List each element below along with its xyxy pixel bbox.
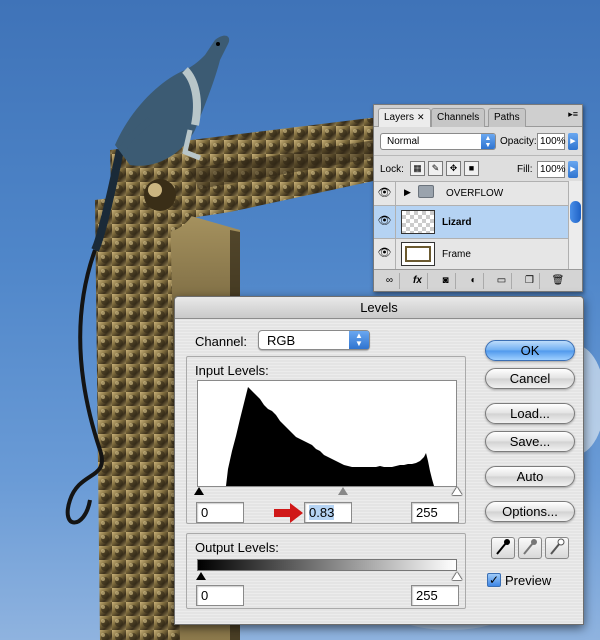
auto-button[interactable]: Auto <box>485 466 575 487</box>
channel-select[interactable]: RGB ▲ ▼ <box>258 330 370 350</box>
layer-thumbnail <box>401 210 435 234</box>
levels-dialog: Levels Channel: RGB ▲ ▼ Input Levels: 0 0… <box>174 296 584 625</box>
white-point-handle[interactable] <box>452 487 462 495</box>
eye-icon[interactable]: 👁 <box>374 206 396 238</box>
tab-channels-label: Channels <box>437 112 480 123</box>
histogram-chart <box>226 387 434 486</box>
fill-slider-arrow-icon[interactable]: ▶ <box>568 161 578 178</box>
save-button[interactable]: Save... <box>485 431 575 452</box>
fill-label: Fill: <box>517 164 533 175</box>
close-icon[interactable]: ✕ <box>417 112 425 122</box>
tab-paths-label: Paths <box>494 112 520 123</box>
histogram <box>197 380 457 487</box>
tab-layers-label: Layers <box>384 112 415 123</box>
lock-pixels-icon[interactable]: ✎ <box>428 161 443 176</box>
black-point-handle[interactable] <box>194 487 204 495</box>
layer-row-overflow[interactable]: 👁 ▶ OVERFLOW <box>374 181 568 205</box>
lock-all-icon[interactable]: ■ <box>464 161 479 176</box>
opacity-label: Opacity: <box>500 136 537 147</box>
options-button[interactable]: Options... <box>485 501 575 522</box>
histogram-shape <box>226 387 434 486</box>
input-levels-slider[interactable] <box>194 487 462 499</box>
gamma-handle[interactable] <box>338 487 348 495</box>
scrollbar-thumb[interactable] <box>570 201 581 223</box>
output-white-handle[interactable] <box>452 572 462 580</box>
channel-value: RGB <box>267 333 296 348</box>
updown-arrows-icon: ▲ ▼ <box>481 134 495 149</box>
input-black-field[interactable]: 0 <box>196 502 244 523</box>
layer-name: Frame <box>442 249 471 260</box>
eye-icon[interactable]: 👁 <box>374 182 396 205</box>
link-icon[interactable]: ∞ <box>380 273 400 289</box>
fill-input[interactable]: 100% <box>537 161 566 178</box>
layer-name: OVERFLOW <box>446 188 504 199</box>
adjustment-icon[interactable]: ◐ <box>464 273 484 289</box>
folder-icon <box>418 185 434 198</box>
fx-icon[interactable]: fx <box>408 273 428 289</box>
panel-menu-icon[interactable]: ▸≡ <box>568 109 578 120</box>
opacity-input[interactable]: 100% <box>537 133 566 150</box>
white-eyedropper-icon[interactable] <box>545 537 569 559</box>
layer-row-frame[interactable]: 👁 Frame <box>374 238 568 269</box>
blend-mode-select[interactable]: Normal ▲ ▼ <box>380 133 496 150</box>
tab-channels[interactable]: Channels <box>431 108 486 127</box>
layers-panel-tabs: Layers ✕ Channels Paths ▸≡ <box>374 105 582 127</box>
opacity-slider-arrow-icon[interactable]: ▶ <box>568 133 578 150</box>
output-white-field[interactable]: 255 <box>411 585 459 606</box>
layer-thumbnail <box>401 242 435 266</box>
disclosure-triangle-icon[interactable]: ▶ <box>404 187 411 198</box>
dialog-title: Levels <box>175 297 583 319</box>
tab-layers[interactable]: Layers ✕ <box>378 108 431 127</box>
lock-label: Lock: <box>380 164 404 175</box>
lock-position-icon[interactable]: ✥ <box>446 161 461 176</box>
output-black-field[interactable]: 0 <box>196 585 244 606</box>
layer-row-lizard[interactable]: 👁 Lizard <box>374 205 568 238</box>
preview-label: Preview <box>505 573 552 588</box>
input-gamma-field[interactable]: 0.83 <box>304 502 352 523</box>
layer-name: Lizard <box>442 217 472 228</box>
blend-row: Normal ▲ ▼ Opacity: 100% ▶ <box>374 129 582 155</box>
blend-mode-value: Normal <box>387 136 420 147</box>
layers-panel: Layers ✕ Channels Paths ▸≡ Normal ▲ ▼ Opac… <box>373 104 583 292</box>
cancel-button[interactable]: Cancel <box>485 368 575 389</box>
input-gamma-value: 0.83 <box>309 505 335 520</box>
output-black-handle[interactable] <box>196 572 206 580</box>
new-layer-icon[interactable]: ❐ <box>520 273 540 289</box>
ok-button[interactable]: OK <box>485 340 575 361</box>
output-gradient-bar <box>197 559 457 571</box>
eye-icon[interactable]: 👁 <box>374 239 396 269</box>
layers-bottom-toolbar: ∞ fx ◙ ◐ ▭ ❐ 🗑 <box>374 269 582 291</box>
mask-icon[interactable]: ◙ <box>436 273 456 289</box>
gray-eyedropper-icon[interactable] <box>518 537 542 559</box>
input-white-field[interactable]: 255 <box>411 502 459 523</box>
black-eyedropper-icon[interactable] <box>491 537 515 559</box>
lock-row: Lock: ▦ ✎ ✥ ■ Fill: 100% ▶ <box>374 155 582 181</box>
lock-transparency-icon[interactable]: ▦ <box>410 161 425 176</box>
input-levels-label: Input Levels: <box>195 363 269 378</box>
load-button[interactable]: Load... <box>485 403 575 424</box>
trash-icon[interactable]: 🗑 <box>548 273 568 289</box>
red-arrow-icon <box>274 503 303 523</box>
preview-checkbox[interactable]: ✓ <box>487 573 501 587</box>
output-levels-label: Output Levels: <box>195 540 279 555</box>
layers-scrollbar[interactable] <box>568 181 582 269</box>
channel-label: Channel: <box>195 334 248 349</box>
updown-arrows-icon: ▲ ▼ <box>349 331 369 349</box>
group-icon[interactable]: ▭ <box>492 273 512 289</box>
tab-paths[interactable]: Paths <box>488 108 526 127</box>
